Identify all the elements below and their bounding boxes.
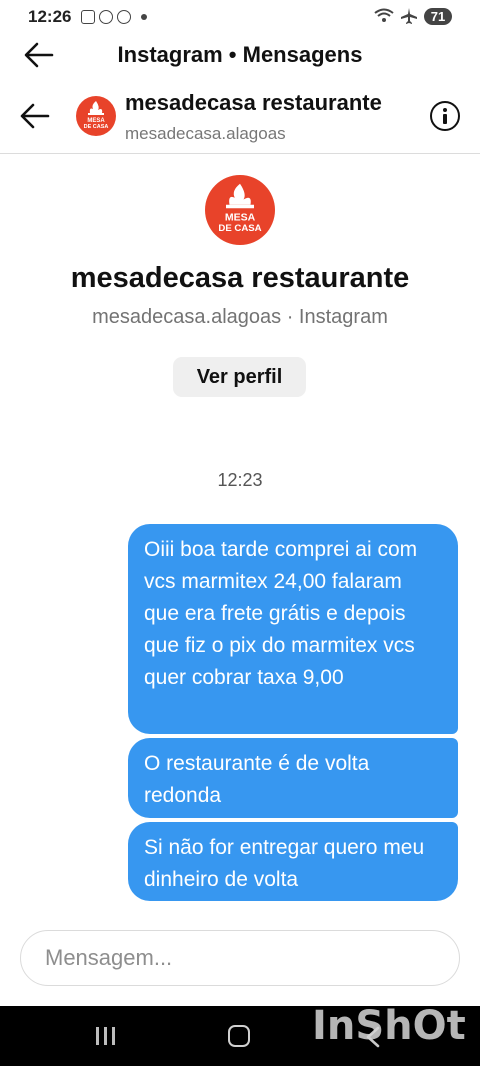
profile-subtitle: mesadecasa.alagoas · Instagram (92, 306, 388, 328)
svg-text:DE CASA: DE CASA (218, 223, 261, 234)
status-bar: 12:26 71 (0, 0, 480, 34)
top-bar: Instagram • Mensagens (0, 34, 480, 80)
whatsapp-notification-icon (99, 10, 114, 24)
inshot-watermark: InShOt (312, 1003, 466, 1049)
sent-message-bubble[interactable]: O restaurante é de volta redonda (128, 738, 458, 818)
screenshot-notification-icon (81, 10, 96, 24)
sent-message-bubble[interactable]: Oiii boa tarde comprei ai com vcs marmit… (128, 524, 458, 734)
mesa-de-casa-logo-large-icon: MESA DE CASA (218, 183, 262, 234)
sync-notification-icon (117, 10, 132, 24)
wifi-icon (374, 8, 394, 22)
svg-text:MESA: MESA (225, 212, 256, 224)
home-icon[interactable] (228, 1025, 250, 1047)
message-composer (20, 930, 460, 986)
conversation-header: MESA DE CASA mesadecasa restaurante mesa… (0, 84, 480, 154)
conversation-back-arrow-icon[interactable] (18, 99, 52, 133)
view-profile-button[interactable]: Ver perfil (173, 357, 306, 397)
sent-message-bubble[interactable]: Si não for entregar quero meu dinheiro d… (128, 822, 458, 901)
more-notifications-dot-icon (141, 14, 148, 20)
notification-icons (81, 10, 132, 24)
contact-avatar[interactable]: MESA DE CASA (76, 96, 116, 136)
system-status-icons: 71 (374, 7, 452, 25)
profile-name: mesadecasa restaurante (70, 262, 410, 294)
contact-name[interactable]: mesadecasa restaurante (125, 90, 415, 116)
contact-handle: mesadecasa.alagoas (125, 124, 286, 143)
status-time: 12:26 (28, 7, 72, 26)
airplane-mode-icon (401, 8, 417, 24)
mesa-de-casa-logo-icon: MESA DE CASA (84, 101, 109, 130)
info-icon[interactable] (430, 101, 460, 131)
message-timestamp: 12:23 (217, 470, 263, 490)
screen-title: Instagram • Mensagens (117, 42, 363, 67)
battery-indicator: 71 (424, 7, 452, 25)
message-input[interactable] (45, 931, 435, 984)
svg-text:DE CASA: DE CASA (84, 124, 109, 130)
profile-avatar[interactable]: MESA DE CASA (205, 175, 275, 245)
recent-apps-icon[interactable] (94, 1025, 116, 1047)
